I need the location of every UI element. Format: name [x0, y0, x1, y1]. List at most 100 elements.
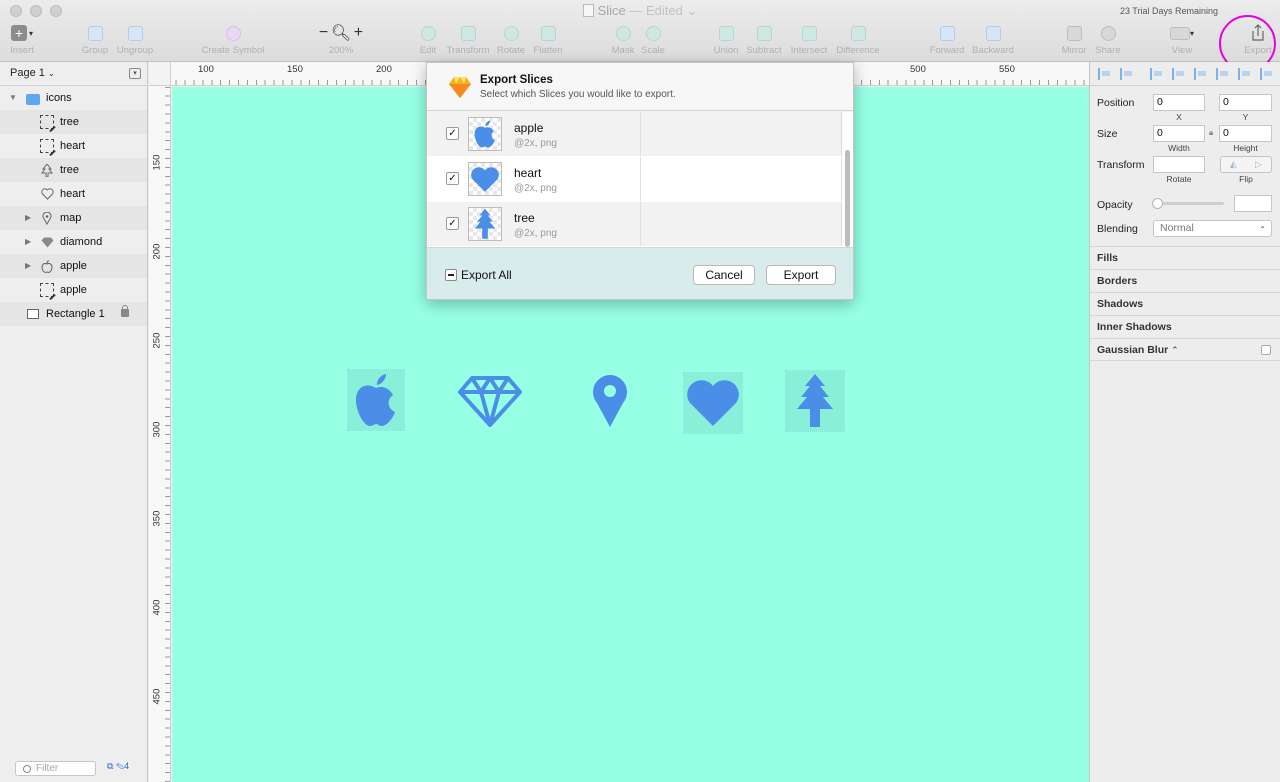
canvas-apple[interactable]	[347, 369, 405, 431]
slice-checkbox[interactable]: ✓	[446, 217, 459, 230]
align-right-icon[interactable]	[1194, 68, 1206, 80]
gaussian-blur-section[interactable]: Gaussian Blur ⌃	[1090, 338, 1280, 361]
collapse-pages-button[interactable]: ▾	[129, 68, 141, 79]
share-button[interactable]: Share	[1092, 22, 1124, 56]
difference-button[interactable]: Difference	[834, 22, 882, 56]
canvas-tree[interactable]	[785, 370, 845, 432]
blending-select[interactable]: Normal	[1153, 220, 1272, 237]
layer-filter-input[interactable]: Filter	[15, 761, 96, 776]
align-center-icon[interactable]	[1172, 68, 1184, 80]
align-bottom-icon[interactable]	[1260, 68, 1272, 80]
ruler-tick-label: 300	[151, 421, 163, 438]
position-y-input[interactable]: 0	[1219, 94, 1272, 111]
mirror-button[interactable]: Mirror	[1058, 22, 1090, 56]
slice-list-scrollbar[interactable]	[845, 150, 850, 247]
opacity-slider[interactable]	[1152, 198, 1224, 209]
layer-row-tree[interactable]: tree	[0, 158, 147, 182]
flip-buttons[interactable]: ◭ ▷	[1220, 156, 1272, 173]
export-button[interactable]: Export	[1238, 22, 1278, 56]
layer-row-tree-slice[interactable]: tree	[0, 110, 147, 134]
copy-icon[interactable]: ⧉	[107, 761, 113, 771]
zoom-control[interactable]: − 🔍︎ + 200%	[312, 22, 370, 56]
flip-horizontal-icon[interactable]: ◭	[1230, 159, 1237, 170]
window-toolbar: Slice — Edited ⌄ 23 Trial Days Remaining…	[0, 0, 1280, 62]
export-slices-dialog: Export Slices Select which Slices you wo…	[426, 62, 854, 300]
slice-checkbox[interactable]: ✓	[446, 172, 459, 185]
align-left-icon[interactable]	[1150, 68, 1162, 80]
distribute-horizontal-icon[interactable]	[1098, 68, 1110, 80]
diamond-icon	[458, 376, 522, 427]
slice-list[interactable]: ✓ apple @2x, png ✓ heart @2x, png ✓ tree…	[427, 112, 853, 247]
flatten-button[interactable]: Flatten	[530, 22, 566, 56]
view-button[interactable]: ▾ View	[1164, 22, 1200, 56]
zoom-out-button[interactable]: −	[319, 24, 328, 42]
ungroup-button[interactable]: Ungroup	[114, 22, 156, 56]
height-input[interactable]: 0	[1219, 125, 1272, 142]
layer-row-icons[interactable]: ▼ icons	[0, 86, 147, 110]
width-input[interactable]: 0	[1153, 125, 1205, 142]
scale-button[interactable]: Scale	[638, 22, 668, 56]
forward-button[interactable]: Forward	[928, 22, 966, 56]
layer-row-map[interactable]: ▶ map	[0, 206, 147, 230]
position-x-input[interactable]: 0	[1153, 94, 1205, 111]
disclosure-expanded-icon[interactable]: ▼	[9, 86, 17, 110]
fills-section[interactable]: Fills	[1090, 246, 1280, 269]
distribute-vertical-icon[interactable]	[1120, 68, 1132, 80]
mask-button[interactable]: Mask	[608, 22, 638, 56]
flatten-icon	[540, 25, 556, 41]
layer-row-rectangle[interactable]: Rectangle 1	[0, 302, 147, 326]
transform-button[interactable]: Transform	[444, 22, 492, 56]
gaussian-blur-checkbox[interactable]	[1261, 345, 1271, 355]
ruler-tick-label: 250	[151, 332, 163, 349]
union-button[interactable]: Union	[710, 22, 742, 56]
cancel-button[interactable]: Cancel	[693, 265, 755, 285]
align-top-icon[interactable]	[1216, 68, 1228, 80]
borders-section[interactable]: Borders	[1090, 269, 1280, 292]
transform-icon	[460, 25, 476, 41]
lock-ratio-icon[interactable]: 🔒︎	[1209, 128, 1213, 138]
layer-row-heart-slice[interactable]: heart	[0, 134, 147, 158]
insert-button[interactable]: + ▾ Insert	[6, 22, 38, 56]
flip-vertical-icon[interactable]: ▷	[1255, 159, 1262, 170]
slider-knob[interactable]	[1152, 198, 1163, 209]
export-all-checkbox[interactable]: Export All	[445, 268, 512, 282]
slice-tool-icon[interactable]: ✎	[116, 761, 124, 771]
layer-row-apple[interactable]: ▶ apple	[0, 254, 147, 278]
slice-checkbox[interactable]: ✓	[446, 127, 459, 140]
edit-button[interactable]: Edit	[414, 22, 442, 56]
disclosure-collapsed-icon[interactable]: ▶	[25, 230, 31, 254]
canvas-map-pin[interactable]	[588, 373, 632, 429]
opacity-label: Opacity	[1097, 199, 1133, 211]
slice-row-heart[interactable]: ✓ heart @2x, png	[427, 157, 842, 201]
export-confirm-button[interactable]: Export	[766, 265, 836, 285]
zoom-in-button[interactable]: +	[354, 24, 363, 42]
page-selector[interactable]: Page 1 ⌄ ▾	[0, 62, 147, 86]
slice-row-apple[interactable]: ✓ apple @2x, png	[427, 112, 842, 156]
canvas-heart[interactable]	[683, 372, 743, 434]
intersect-button[interactable]: Intersect	[788, 22, 830, 56]
layer-footer-tools[interactable]: ⧉ ✎4	[107, 761, 129, 772]
backward-button[interactable]: Backward	[970, 22, 1016, 56]
subtract-button[interactable]: Subtract	[744, 22, 784, 56]
rotate-button[interactable]: Rotate	[494, 22, 528, 56]
layer-row-apple-slice[interactable]: apple	[0, 278, 147, 302]
lock-icon[interactable]	[121, 305, 129, 317]
rotate-input[interactable]	[1153, 156, 1205, 173]
layer-row-diamond[interactable]: ▶ diamond	[0, 230, 147, 254]
group-button[interactable]: Group	[78, 22, 112, 56]
opacity-input[interactable]	[1234, 195, 1272, 212]
diamond-icon	[40, 235, 54, 249]
layer-row-heart[interactable]: heart	[0, 182, 147, 206]
blur-type-stepper-icon[interactable]: ⌃	[1171, 345, 1179, 355]
align-middle-icon[interactable]	[1238, 68, 1250, 80]
share-icon	[1100, 25, 1116, 41]
inner-shadows-section[interactable]: Inner Shadows	[1090, 315, 1280, 338]
apple-icon	[356, 374, 395, 426]
disclosure-collapsed-icon[interactable]: ▶	[25, 206, 31, 230]
canvas-diamond[interactable]	[456, 373, 524, 429]
slice-row-tree[interactable]: ✓ tree @2x, png	[427, 202, 842, 246]
create-symbol-button[interactable]: Create Symbol	[198, 22, 268, 56]
shadows-section[interactable]: Shadows	[1090, 292, 1280, 315]
inspector-panel: Position 0 0 X Y Size 0 🔒︎ 0 Width Heigh…	[1089, 62, 1280, 782]
disclosure-collapsed-icon[interactable]: ▶	[25, 254, 31, 278]
